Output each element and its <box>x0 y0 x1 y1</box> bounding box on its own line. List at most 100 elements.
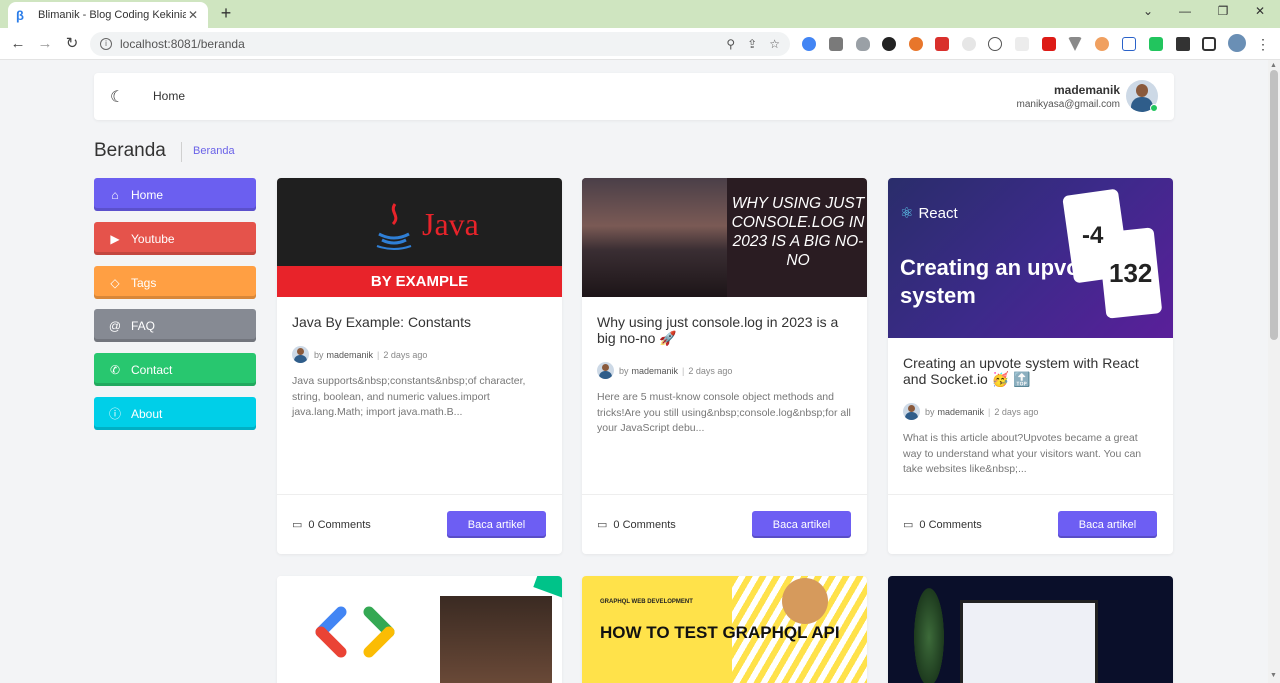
thumbnail-banner: BY EXAMPLE <box>277 266 562 297</box>
info-icon: ⓘ <box>108 407 121 421</box>
profile-avatar[interactable] <box>1228 34 1246 52</box>
sidebar-item-youtube[interactable]: ▶ Youtube <box>94 222 256 255</box>
extension-icon[interactable] <box>1149 37 1163 51</box>
thumbnail-screen <box>960 600 1098 683</box>
back-arrow-icon[interactable]: ← <box>8 34 28 54</box>
reload-icon[interactable]: ↻ <box>62 34 82 54</box>
comment-count[interactable]: ▭ 0 Comments <box>903 518 982 532</box>
bookmark-star-icon[interactable]: ☆ <box>769 37 780 51</box>
sidebar-item-contact[interactable]: ✆ Contact <box>94 353 256 386</box>
extension-icon[interactable] <box>909 37 923 51</box>
article-title[interactable]: Why using just console.log in 2023 is a … <box>597 314 853 346</box>
article-title[interactable]: Java By Example: Constants <box>292 314 548 330</box>
breadcrumb[interactable]: Beranda <box>193 145 235 157</box>
author-avatar <box>292 346 309 363</box>
sidebar-item-about[interactable]: ⓘ About <box>94 397 256 430</box>
react-atom-icon: ⚛ <box>900 205 914 222</box>
extension-icon[interactable] <box>882 37 896 51</box>
dark-mode-toggle-icon[interactable]: ☾ <box>110 87 124 107</box>
share-icon[interactable]: ⇪ <box>747 37 757 51</box>
comment-count[interactable]: ▭ 0 Comments <box>597 518 676 532</box>
scroll-up-icon[interactable]: ▲ <box>1270 62 1277 69</box>
side-panel-icon[interactable] <box>1202 37 1216 51</box>
java-cup-icon <box>376 203 412 250</box>
author-name[interactable]: mademanik <box>632 366 679 376</box>
article-excerpt: Java supports&nbsp;constants&nbsp;of cha… <box>292 375 526 418</box>
comment-count-label: 0 Comments <box>613 518 676 531</box>
card-divider <box>888 494 1173 495</box>
extension-icon[interactable] <box>802 37 816 51</box>
close-tab-icon[interactable]: ✕ <box>186 8 200 22</box>
sidebar-item-tags[interactable]: ◇ Tags <box>94 266 256 299</box>
extension-icon[interactable] <box>1122 37 1136 51</box>
zoom-icon[interactable]: ⚲ <box>726 37 735 51</box>
article-thumbnail[interactable]: Java BY EXAMPLE <box>277 178 562 297</box>
extensions-puzzle-icon[interactable] <box>1176 37 1190 51</box>
sidebar-item-faq[interactable]: @ FAQ <box>94 309 256 342</box>
online-status-indicator <box>1150 104 1158 112</box>
extension-icon[interactable] <box>1068 37 1082 51</box>
tab-search-chevron-icon[interactable]: ⌄ <box>1138 4 1158 18</box>
sidebar-item-label: Home <box>131 187 164 202</box>
thumbnail-plant <box>914 588 944 683</box>
tab-title: Blimanik - Blog Coding Kekinian <box>38 9 186 21</box>
extension-icon[interactable] <box>1095 37 1109 51</box>
sidebar-item-label: Tags <box>131 275 157 290</box>
title-divider <box>181 142 182 162</box>
extension-icon[interactable] <box>829 37 843 51</box>
extension-icon[interactable] <box>1042 37 1056 51</box>
post-time: 2 days ago <box>383 349 428 360</box>
site-info-icon[interactable]: i <box>100 38 112 50</box>
sidebar-item-home[interactable]: ⌂ Home <box>94 178 256 211</box>
meta-separator: | <box>988 406 991 417</box>
close-window-button[interactable]: ✕ <box>1250 4 1270 18</box>
tag-icon: ◇ <box>110 275 120 290</box>
extension-icon[interactable] <box>856 37 870 51</box>
author-name[interactable]: mademanik <box>327 350 374 360</box>
comment-count[interactable]: ▭ 0 Comments <box>292 518 371 532</box>
extension-icon[interactable] <box>935 37 949 51</box>
navbar-home-link[interactable]: Home <box>153 89 185 103</box>
sidebar-item-label: About <box>131 406 163 421</box>
user-name[interactable]: mademanik <box>1054 83 1120 97</box>
card-divider <box>277 494 562 495</box>
author-name[interactable]: mademanik <box>938 407 985 417</box>
url-text[interactable]: localhost:8081/beranda <box>120 37 714 51</box>
extension-icon[interactable] <box>1015 37 1029 51</box>
new-tab-button[interactable]: + <box>216 4 236 24</box>
read-article-button[interactable]: Baca artikel <box>447 511 546 538</box>
thumbnail-number: -4 <box>1082 222 1104 249</box>
comment-icon: ▭ <box>903 519 914 531</box>
thumbnail-text: Java <box>422 206 479 242</box>
read-article-button[interactable]: Baca artikel <box>1058 511 1157 538</box>
browser-tab-strip: β Blimanik - Blog Coding Kekinian ✕ + ⌄ … <box>0 0 1280 28</box>
article-thumbnail[interactable]: WHY USING JUST CONSOLE.LOG IN 2023 IS A … <box>582 178 867 297</box>
scrollbar-thumb[interactable] <box>1270 70 1278 340</box>
article-title[interactable]: Creating an upvote system with React and… <box>903 355 1159 387</box>
scroll-down-icon[interactable]: ▼ <box>1270 672 1277 679</box>
minimize-button[interactable]: — <box>1175 4 1195 18</box>
address-bar[interactable]: i localhost:8081/beranda ⚲ ⇪ ☆ <box>90 32 790 56</box>
article-card: Java BY EXAMPLE Java By Example: Constan… <box>277 178 562 554</box>
extension-icon[interactable] <box>962 37 976 51</box>
comment-count-label: 0 Comments <box>308 518 371 531</box>
forward-arrow-icon[interactable]: → <box>35 34 55 54</box>
article-thumbnail[interactable] <box>277 576 562 683</box>
meta-separator: | <box>377 349 380 360</box>
read-article-button[interactable]: Baca artikel <box>752 511 851 538</box>
extension-icon[interactable] <box>988 37 1002 51</box>
article-thumbnail[interactable]: GRAPHQL WEB DEVELOPMENT HOW TO TEST GRAP… <box>582 576 867 683</box>
browser-tab[interactable]: β Blimanik - Blog Coding Kekinian ✕ <box>8 2 208 28</box>
thumbnail-caption: GRAPHQL WEB DEVELOPMENT <box>600 599 693 605</box>
article-thumbnail[interactable] <box>888 576 1173 683</box>
maximize-button[interactable]: ❐ <box>1213 4 1233 18</box>
user-email: manikyasa@gmail.com <box>1016 99 1120 110</box>
page-scrollbar[interactable]: ▲ ▼ <box>1268 60 1280 683</box>
post-time: 2 days ago <box>994 406 1039 417</box>
phone-icon: ✆ <box>109 362 121 377</box>
browser-menu-icon[interactable]: ⋮ <box>1256 36 1270 53</box>
page-title: Beranda <box>94 140 166 161</box>
article-thumbnail[interactable]: ⚛ React Creating an upvote system -4 132 <box>888 178 1173 338</box>
article-card <box>277 576 562 683</box>
site-favicon-icon: β <box>16 7 24 23</box>
